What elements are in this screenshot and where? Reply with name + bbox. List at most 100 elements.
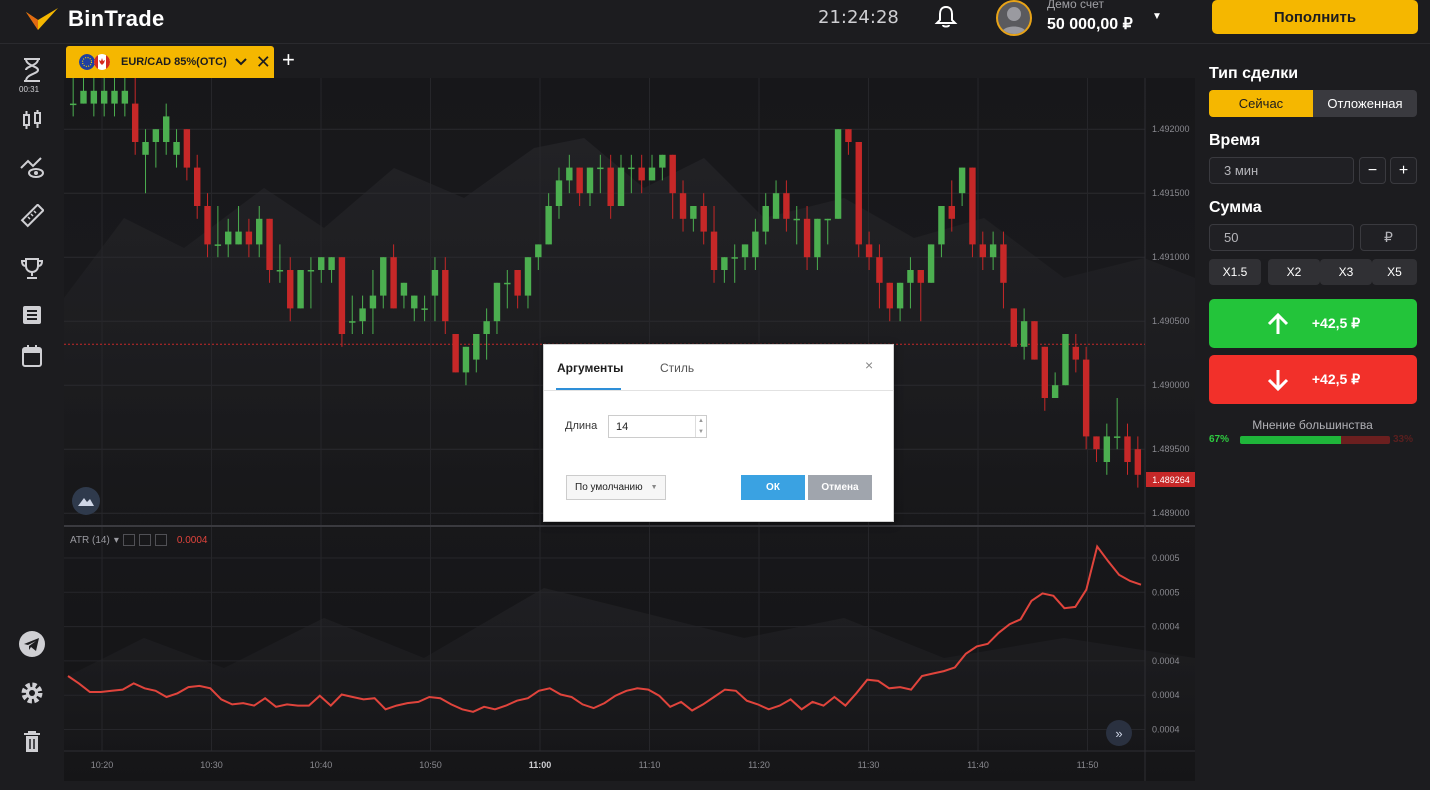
multiplier-x1-5-button[interactable]: X1.5 [1209, 259, 1261, 285]
candle [659, 154, 666, 181]
dialog-tabs: Аргументы Стиль × [544, 345, 893, 391]
notifications-bell-icon[interactable] [934, 4, 958, 30]
atr-legend[interactable]: ATR (14) ▾ 0.0004 [70, 534, 207, 546]
candle-body [194, 167, 201, 206]
candle-body [338, 257, 346, 334]
arrow-down-icon [1267, 369, 1288, 391]
ok-button[interactable]: ОК [741, 475, 805, 500]
atr-caret-icon[interactable]: ▾ [114, 535, 119, 546]
avatar[interactable] [996, 0, 1032, 36]
candle-body [380, 257, 387, 296]
time-tick-label: 11:10 [639, 760, 661, 770]
time-tick-label: 11:20 [748, 760, 770, 770]
length-input[interactable] [608, 415, 707, 438]
top-header: BinTrade 21:24:28 Демо счет 50 000,00 ₽ … [0, 0, 1430, 44]
majority-opinion-label: Мнение большинства [1252, 418, 1373, 432]
candle-body [369, 295, 377, 309]
candle-body [1124, 436, 1131, 462]
logo[interactable]: BinTrade [24, 6, 165, 32]
candle-body [1134, 449, 1142, 475]
candle-body [80, 90, 87, 104]
candle-body [90, 90, 98, 104]
candle-body [669, 154, 676, 194]
scroll-to-realtime-icon[interactable]: » [1106, 720, 1132, 746]
chevron-down-icon[interactable] [235, 58, 247, 66]
currency-button[interactable]: ₽ [1360, 224, 1417, 251]
candle-body [535, 244, 542, 258]
candle-body [359, 308, 366, 322]
candle [969, 167, 976, 258]
indicator-settings-dialog: Аргументы Стиль × Длина ▲ ▼ По умолчанию… [543, 344, 894, 522]
logo-icon [26, 8, 58, 30]
user-icon [1001, 7, 1027, 34]
telegram-icon[interactable] [18, 630, 46, 658]
atr-name[interactable]: ATR (14) [70, 535, 110, 546]
time-tick-label: 10:30 [200, 760, 223, 770]
time-increase-button[interactable]: + [1390, 157, 1417, 184]
settings-gear-icon[interactable] [18, 679, 46, 707]
time-decrease-button[interactable]: − [1359, 157, 1386, 184]
account-dropdown-caret-icon[interactable]: ▼ [1152, 11, 1162, 22]
history-list-icon[interactable] [18, 301, 46, 329]
spin-down-icon[interactable]: ▼ [698, 429, 704, 435]
candle [194, 154, 201, 219]
trophy-icon[interactable] [18, 254, 46, 282]
tab-arguments[interactable]: Аргументы [557, 361, 623, 375]
time-tick-label: 11:00 [529, 760, 552, 770]
candle-body [576, 167, 583, 194]
candle-body [566, 167, 573, 181]
defaults-dropdown[interactable]: По умолчанию ▼ [566, 475, 666, 500]
asset-tab[interactable]: EUR/CAD 85%(OTC) ✕ [66, 46, 274, 78]
amount-input[interactable] [1209, 224, 1354, 251]
atr-settings-icon[interactable] [138, 534, 151, 546]
account-balance[interactable]: 50 000,00 ₽ [1047, 14, 1133, 34]
candle-body [679, 193, 687, 219]
candle-body [690, 206, 697, 219]
trash-icon[interactable] [18, 728, 46, 756]
candle-body [1000, 244, 1007, 283]
price-tick-label: 1.490000 [1152, 380, 1190, 390]
multiplier-x5-button[interactable]: X5 [1372, 259, 1417, 285]
candle-body [266, 218, 273, 270]
candle-body [514, 270, 521, 296]
indicators-icon[interactable] [18, 154, 46, 182]
hourglass-timer-icon[interactable] [18, 56, 46, 84]
candle-body [1113, 436, 1121, 438]
candle [90, 78, 98, 117]
atr-visibility-icon[interactable] [122, 534, 135, 546]
close-tab-icon[interactable]: ✕ [256, 52, 271, 73]
close-icon[interactable]: × [865, 357, 873, 373]
call-up-button[interactable]: +42,5 ₽ [1209, 299, 1417, 348]
time-input[interactable] [1209, 157, 1354, 184]
length-spinner[interactable]: ▲ ▼ [695, 416, 706, 437]
atr-remove-icon[interactable] [154, 534, 167, 546]
candle-body [524, 257, 532, 296]
put-down-button[interactable]: +42,5 ₽ [1209, 355, 1417, 404]
multiplier-x3-button[interactable]: X3 [1320, 259, 1372, 285]
tab-style[interactable]: Стиль [660, 361, 694, 375]
cancel-button[interactable]: Отмена [808, 475, 872, 500]
candle-body [1062, 334, 1069, 386]
candle-body [504, 282, 511, 285]
spin-up-icon[interactable]: ▲ [698, 418, 704, 424]
atr-tick-label: 0.0005 [1152, 587, 1180, 597]
defaults-label: По умолчанию [575, 482, 643, 493]
calendar-icon[interactable] [18, 342, 46, 370]
call-payout: +42,5 ₽ [1311, 315, 1361, 331]
add-tab-icon[interactable]: + [282, 47, 295, 73]
candles-icon[interactable] [18, 106, 46, 134]
deal-type-pending-button[interactable]: Отложенная [1313, 90, 1417, 117]
ca-flag-icon [94, 54, 110, 70]
multiplier-x2-button[interactable]: X2 [1268, 259, 1320, 285]
candle-body [855, 142, 862, 245]
candle-body [328, 257, 335, 270]
candle-body [349, 321, 356, 323]
candle-body [948, 206, 955, 219]
candle [845, 129, 852, 155]
candle [1082, 346, 1090, 450]
ruler-icon[interactable] [18, 202, 46, 230]
deposit-button[interactable]: Пополнить [1212, 0, 1418, 34]
deal-type-now-button[interactable]: Сейчас [1209, 90, 1313, 117]
tradingview-logo-icon[interactable] [72, 487, 100, 515]
candle [452, 334, 459, 373]
